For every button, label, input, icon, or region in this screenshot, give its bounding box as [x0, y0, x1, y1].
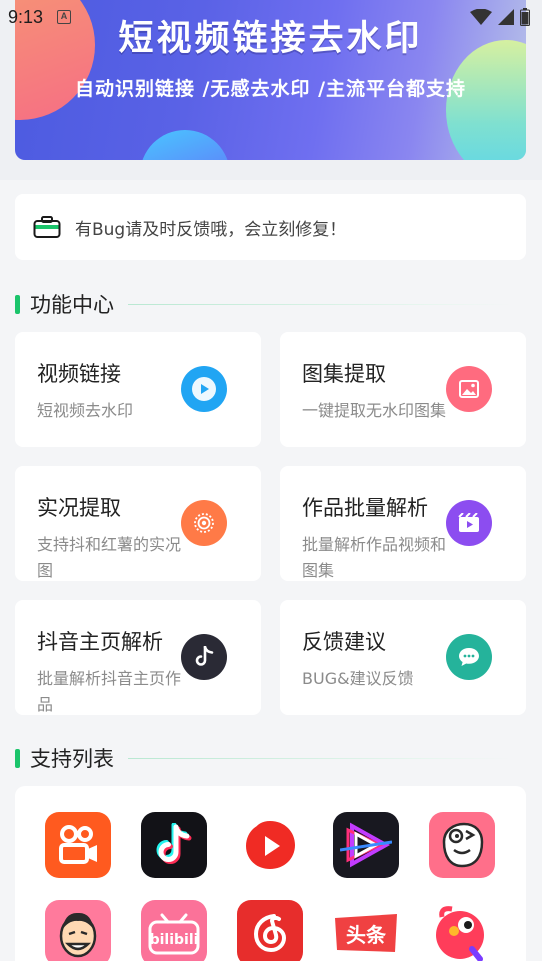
notification-a-icon: A	[57, 10, 72, 24]
card-desc: 一键提取无水印图集	[302, 401, 447, 420]
section-header-features: 功能中心	[15, 289, 512, 319]
play-icon	[181, 366, 235, 420]
toutiao-app-icon[interactable]: 头条	[333, 900, 399, 961]
card-title: 作品批量解析	[302, 496, 428, 520]
card-title: 实况提取	[37, 496, 121, 520]
card-desc: 批量解析抖音主页作品	[37, 669, 182, 714]
wifi-icon	[470, 9, 492, 25]
bilibili-app-icon[interactable]: bilibili	[141, 900, 207, 961]
support-list: bilibili 头条	[15, 786, 526, 961]
card-desc: 短视频去水印	[37, 401, 134, 420]
section-divider	[128, 303, 512, 305]
zuiyou-app-icon[interactable]	[45, 900, 111, 961]
kuaishou-app-icon[interactable]	[45, 812, 111, 878]
douyin-app-icon[interactable]	[141, 812, 207, 878]
section-accent-bar	[15, 748, 20, 768]
quanmin-app-icon[interactable]	[429, 900, 495, 961]
briefcase-notice-icon	[33, 216, 61, 238]
card-desc: 支持抖和红薯的实况图	[37, 535, 182, 580]
image-icon	[446, 366, 500, 420]
status-time: 9:13	[8, 6, 44, 27]
svg-text:bilibili: bilibili	[150, 932, 199, 948]
banner-subtitle: 自动识别链接 /无感去水印 /主流平台都支持	[74, 78, 467, 100]
section-divider	[128, 757, 512, 759]
feature-card-video-link[interactable]: 视频链接 短视频去水印	[15, 332, 261, 447]
feature-card-douyin-profile[interactable]: 抖音主页解析 批量解析抖音主页作品	[15, 600, 261, 715]
card-title: 反馈建议	[302, 630, 386, 654]
section-accent-bar	[15, 294, 20, 314]
section-header-support: 支持列表	[15, 743, 512, 773]
xigua-app-icon[interactable]	[237, 812, 303, 878]
notice-text: 有Bug请及时反馈哦，会立刻修复！	[75, 219, 347, 240]
batch-video-icon	[446, 500, 500, 554]
card-desc: 批量解析作品视频和图集	[302, 535, 447, 580]
section-title-features: 功能中心	[30, 293, 114, 317]
tiktok-icon	[181, 634, 235, 688]
feature-card-live-photo[interactable]: 实况提取 支持抖和红薯的实况图	[15, 466, 261, 581]
netease-music-app-icon[interactable]	[237, 900, 303, 961]
feature-card-batch-parse[interactable]: 作品批量解析 批量解析作品视频和图集	[280, 466, 526, 581]
card-desc: BUG&建议反馈	[302, 669, 414, 688]
signal-icon	[498, 9, 514, 25]
toutiao-label: 头条	[346, 923, 387, 947]
status-bar: 9:13 A	[0, 0, 542, 34]
live-photo-icon	[181, 500, 235, 554]
feature-card-feedback[interactable]: 反馈建议 BUG&建议反馈	[280, 600, 526, 715]
section-title-support: 支持列表	[30, 747, 114, 771]
card-title: 视频链接	[37, 362, 121, 386]
battery-icon	[520, 8, 530, 26]
chat-icon	[446, 634, 500, 688]
banner-decoration	[140, 130, 230, 160]
card-title: 图集提取	[302, 362, 386, 386]
card-title: 抖音主页解析	[37, 630, 163, 654]
video-player-app-icon[interactable]	[333, 812, 399, 878]
notice-bar[interactable]: 有Bug请及时反馈哦，会立刻修复！	[15, 194, 526, 260]
pipixia-app-icon[interactable]	[429, 812, 495, 878]
feature-card-gallery[interactable]: 图集提取 一键提取无水印图集	[280, 332, 526, 447]
